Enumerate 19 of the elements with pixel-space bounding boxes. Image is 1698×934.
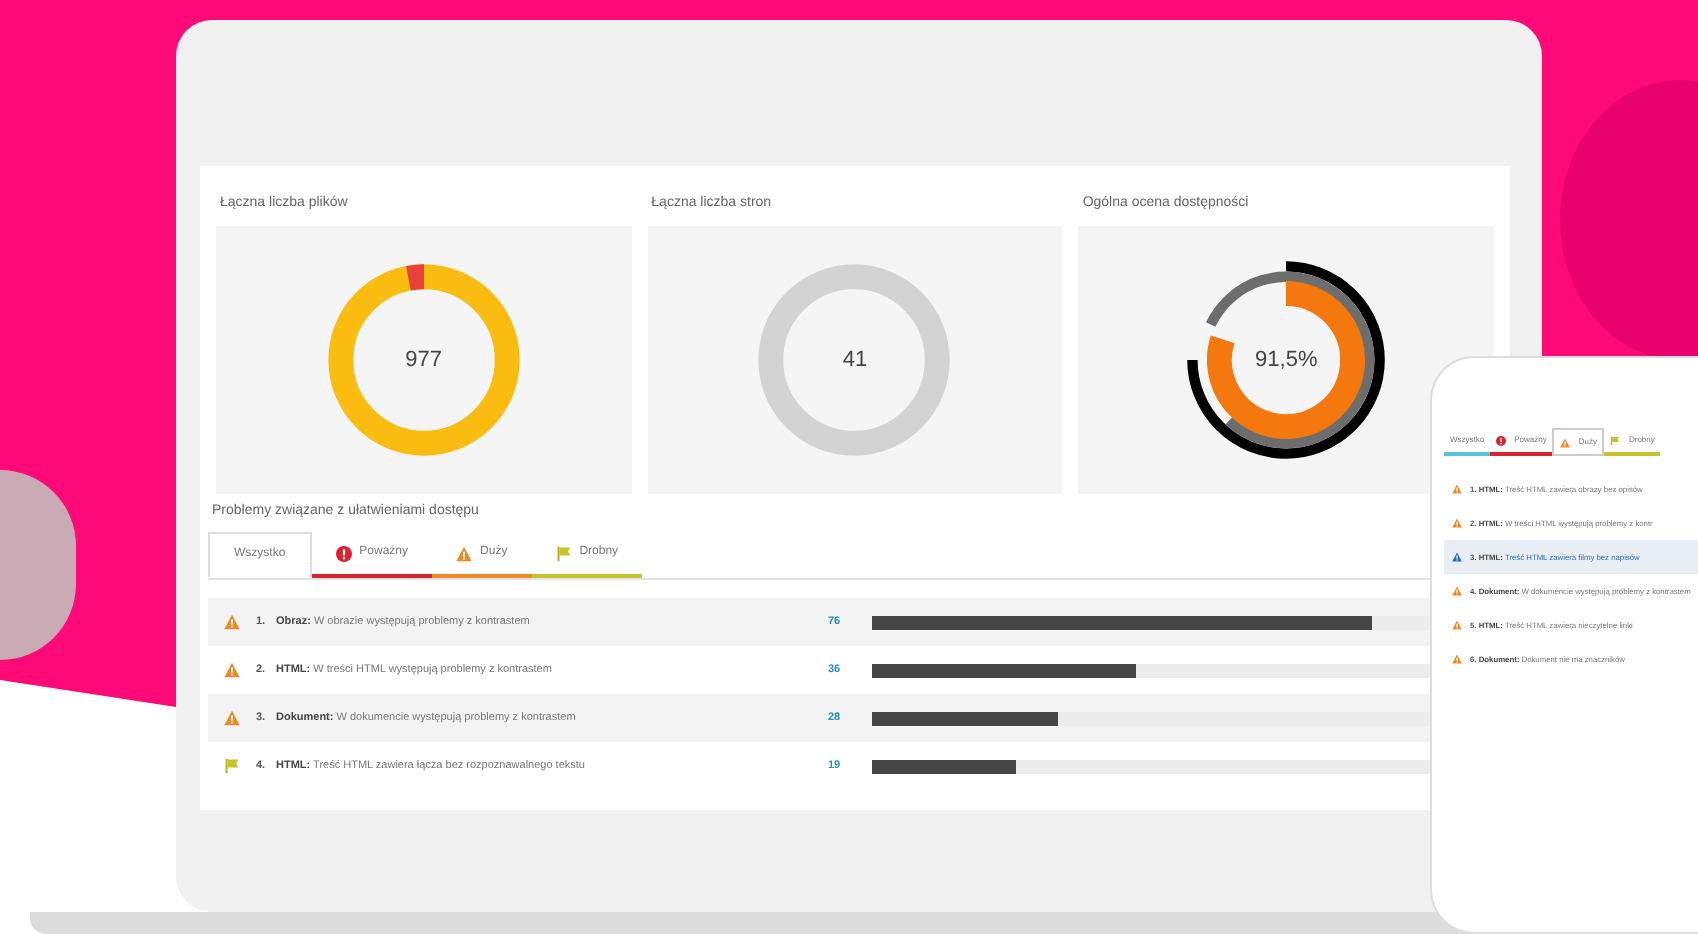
warning-icon [224,709,240,726]
warning-icon [1452,586,1462,596]
warning-icon [1560,437,1571,447]
warning-icon [1452,654,1462,664]
flag-icon [1610,435,1621,445]
flag-icon [555,545,572,561]
warning-icon [224,613,240,630]
warning-icon [1452,552,1462,562]
warning-icon [1452,620,1462,630]
stat-value: 91,5% [1255,344,1318,375]
warning-icon [1452,518,1462,528]
error-icon [335,545,352,561]
stat-value: 977 [405,344,442,375]
warning-icon [1452,484,1462,494]
error-icon [1496,435,1507,445]
flag-icon [224,757,240,774]
warning-icon [224,661,240,678]
warning-icon [456,545,473,561]
stat-value: 41 [842,344,868,375]
